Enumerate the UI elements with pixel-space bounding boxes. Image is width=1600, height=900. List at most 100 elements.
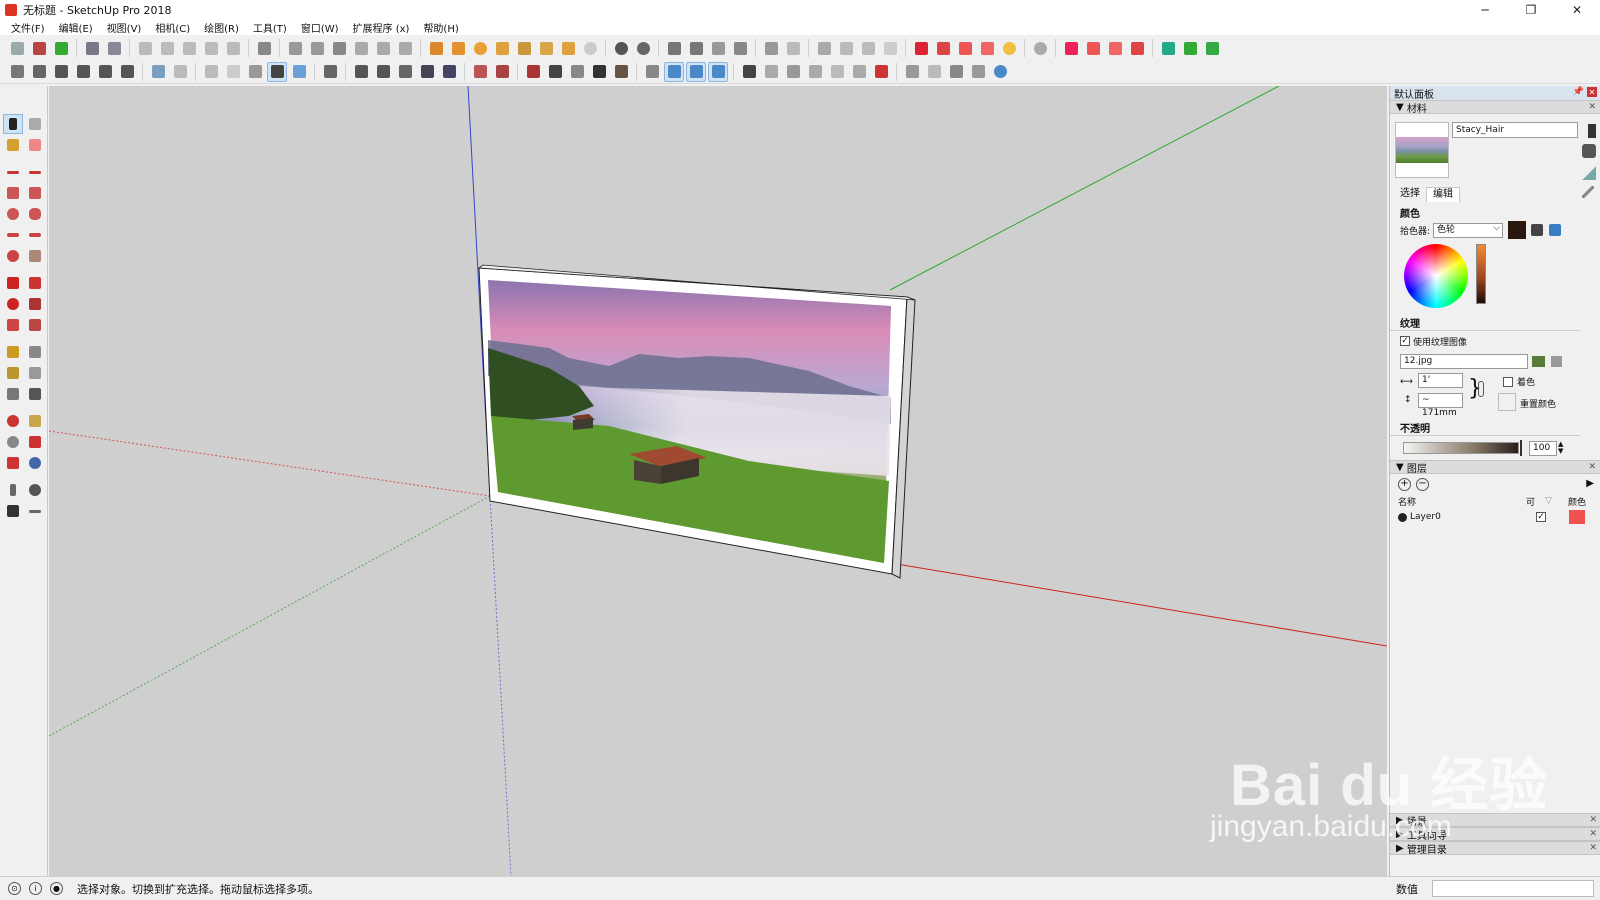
grid-icon[interactable] — [395, 38, 415, 58]
close-icon[interactable]: ✕ — [1589, 843, 1597, 853]
default-material-icon[interactable] — [1582, 166, 1596, 180]
solid-intersect-icon[interactable] — [395, 62, 415, 82]
sandbox-scratch-icon[interactable] — [633, 38, 653, 58]
user-account-icon[interactable]: ● — [50, 882, 63, 895]
menu-draw[interactable]: 绘图(R) — [197, 20, 246, 35]
zoom-icon[interactable] — [3, 432, 23, 452]
geo-location-icon[interactable]: ⊙ — [8, 882, 21, 895]
materials-header[interactable]: ▼ 材料 ✕ — [1390, 100, 1600, 115]
right-view-icon[interactable] — [73, 62, 93, 82]
grass-icon[interactable] — [351, 38, 371, 58]
eraser-icon[interactable] — [25, 135, 45, 155]
texture-width-input[interactable]: 1' — [1418, 373, 1463, 388]
line-icon[interactable] — [3, 162, 23, 182]
upload-icon[interactable] — [946, 62, 966, 82]
axes-icon[interactable] — [3, 384, 23, 404]
dome-icon[interactable] — [558, 38, 578, 58]
menu-camera[interactable]: 相机(C) — [148, 20, 197, 35]
polygon-icon[interactable] — [25, 204, 45, 224]
menu-window[interactable]: 窗口(W) — [294, 20, 346, 35]
shaded-style-icon[interactable] — [245, 62, 265, 82]
solid-trim-icon[interactable] — [417, 62, 437, 82]
send-icon[interactable] — [827, 62, 847, 82]
circle-target-icon[interactable] — [470, 38, 490, 58]
solid-subtract-icon[interactable] — [373, 62, 393, 82]
zoom-extents-icon[interactable] — [3, 453, 23, 473]
pattern-icon[interactable] — [373, 38, 393, 58]
cloud-2-icon[interactable] — [783, 62, 803, 82]
camera-settings-icon[interactable] — [426, 38, 446, 58]
ring-icon[interactable] — [580, 38, 600, 58]
top-view-icon[interactable] — [29, 62, 49, 82]
menu-extensions[interactable]: 扩展程序 (x) — [346, 20, 417, 35]
close-icon[interactable]: ✕ — [1589, 829, 1597, 839]
texture-icon[interactable] — [470, 62, 490, 82]
paint-bucket-tool-icon[interactable] — [3, 135, 23, 155]
light-icon[interactable] — [999, 38, 1019, 58]
undo-icon[interactable] — [7, 38, 27, 58]
aspect-lock-icon[interactable] — [1478, 381, 1484, 397]
3d-text-icon[interactable] — [25, 384, 45, 404]
sandbox-drape-icon[interactable] — [567, 62, 587, 82]
folder-icon[interactable] — [902, 62, 922, 82]
credits-icon[interactable]: i — [29, 882, 42, 895]
restore-button[interactable]: ❐ — [1508, 0, 1554, 19]
brightness-slider[interactable] — [1476, 244, 1486, 304]
play-icon[interactable] — [51, 38, 71, 58]
monochrome-style-icon[interactable] — [289, 62, 309, 82]
opacity-input[interactable]: 100 — [1529, 441, 1557, 456]
left-view-icon[interactable] — [117, 62, 137, 82]
picker-select[interactable]: 色轮 — [1433, 222, 1504, 238]
display-secondary-icon[interactable] — [1588, 124, 1596, 138]
section-display-icon[interactable] — [783, 38, 803, 58]
axis-icon[interactable] — [514, 38, 534, 58]
sample-paint-icon[interactable] — [1531, 224, 1544, 236]
material-thumbnail[interactable] — [1395, 122, 1449, 178]
position-camera-tool-icon[interactable] — [3, 480, 23, 500]
create-material-icon[interactable] — [1582, 144, 1596, 158]
refresh-view-icon[interactable] — [730, 38, 750, 58]
cube-icon[interactable] — [329, 38, 349, 58]
film-icon[interactable] — [871, 62, 891, 82]
look-around-icon[interactable] — [686, 61, 706, 82]
solid-split-icon[interactable] — [439, 62, 459, 82]
warehouse-icon[interactable] — [1158, 38, 1178, 58]
texture-height-input[interactable]: ~ 171mm — [1418, 393, 1463, 418]
solid-union-icon[interactable] — [351, 62, 371, 82]
layer-name[interactable]: Layer0 — [1410, 512, 1441, 522]
previous-view-icon[interactable] — [25, 453, 45, 473]
share-model-icon[interactable] — [1202, 38, 1222, 58]
box-icon[interactable] — [307, 38, 327, 58]
window-3-icon[interactable] — [858, 38, 878, 58]
make-group-icon[interactable] — [104, 38, 124, 58]
pan-icon[interactable] — [686, 38, 706, 58]
cloud-3-icon[interactable] — [805, 62, 825, 82]
hidden-line-style-icon[interactable] — [223, 62, 243, 82]
shaded-icon[interactable] — [179, 38, 199, 58]
eyedropper-icon[interactable] — [1582, 186, 1594, 198]
rotate-view-icon[interactable] — [708, 38, 728, 58]
tab-edit[interactable]: 编辑 — [1426, 187, 1460, 202]
menu-file[interactable]: 文件(F) — [4, 20, 52, 35]
star-icon[interactable] — [536, 38, 556, 58]
lasso-icon[interactable] — [25, 114, 45, 134]
minimize-button[interactable]: ─ — [1462, 0, 1508, 19]
move-icon[interactable] — [3, 273, 23, 293]
offset-icon[interactable] — [25, 315, 45, 335]
wireframe-style-icon[interactable] — [201, 62, 221, 82]
check-icon[interactable] — [924, 62, 944, 82]
funnel-icon[interactable] — [448, 38, 468, 58]
window-icon[interactable] — [814, 38, 834, 58]
scene-canvas[interactable] — [49, 86, 1387, 876]
layer-color-swatch[interactable] — [1569, 510, 1585, 524]
download-icon[interactable] — [968, 62, 988, 82]
menu-edit[interactable]: 编辑(E) — [52, 20, 100, 35]
ruby-3-icon[interactable] — [955, 38, 975, 58]
footprints-icon[interactable] — [739, 62, 759, 82]
wireframe-icon[interactable] — [135, 38, 155, 58]
rotated-rectangle-icon[interactable] — [25, 183, 45, 203]
layer-row[interactable]: Layer0 ✓ — [1390, 508, 1600, 526]
sandbox-detail-icon[interactable] — [589, 62, 609, 82]
lock-icon[interactable] — [880, 38, 900, 58]
details-arrow-icon[interactable]: ▶ — [1586, 478, 1594, 489]
